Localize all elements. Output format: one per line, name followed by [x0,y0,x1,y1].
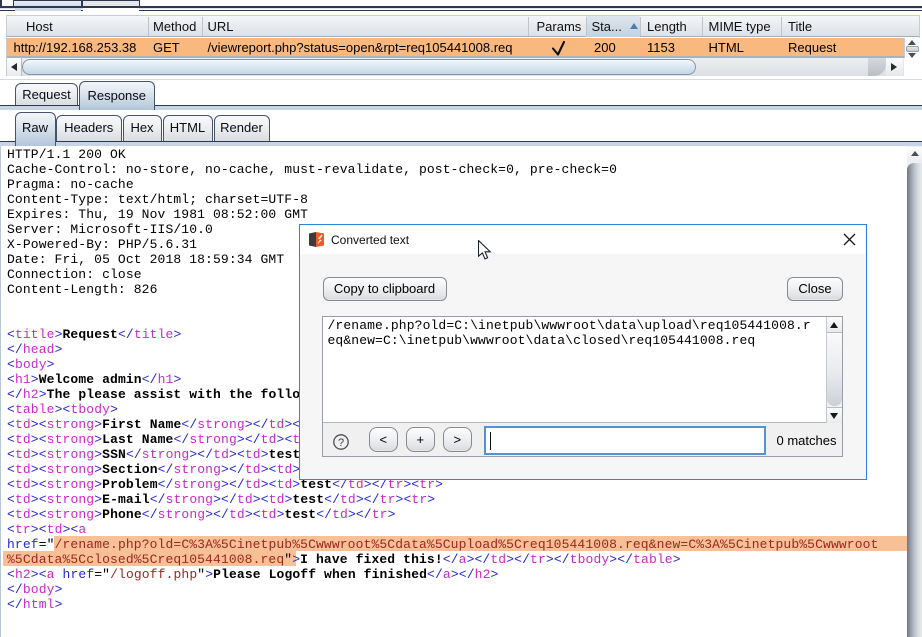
svg-text:?: ? [338,436,344,448]
